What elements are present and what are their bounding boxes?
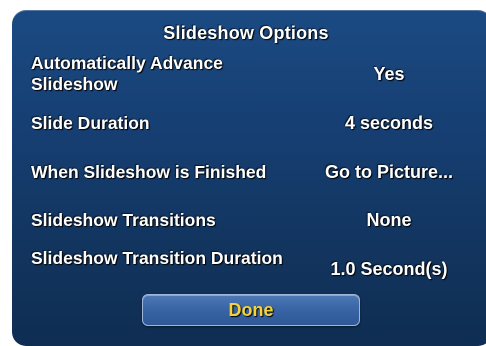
option-label-slide-duration: Slide Duration <box>31 113 150 133</box>
option-label-auto-advance: Automatically Advance Slideshow <box>31 53 223 94</box>
option-value-auto-advance[interactable]: Yes <box>310 64 468 85</box>
option-label-transitions: Slideshow Transitions <box>31 210 216 230</box>
option-value-transitions[interactable]: None <box>310 210 468 231</box>
dialog-title: Slideshow Options <box>163 23 329 43</box>
option-label-transition-duration: Slideshow Transition Duration <box>31 248 283 268</box>
option-label-when-finished: When Slideshow is Finished <box>31 162 267 182</box>
option-value-when-finished[interactable]: Go to Picture... <box>310 162 468 183</box>
done-button[interactable]: Done <box>142 294 360 326</box>
option-value-slide-duration[interactable]: 4 seconds <box>310 113 468 134</box>
slideshow-options-dialog: Slideshow Options Automatically Advance … <box>12 10 486 346</box>
done-button-label: Done <box>228 299 274 320</box>
option-value-transition-duration[interactable]: 1.0 Second(s) <box>310 259 468 280</box>
